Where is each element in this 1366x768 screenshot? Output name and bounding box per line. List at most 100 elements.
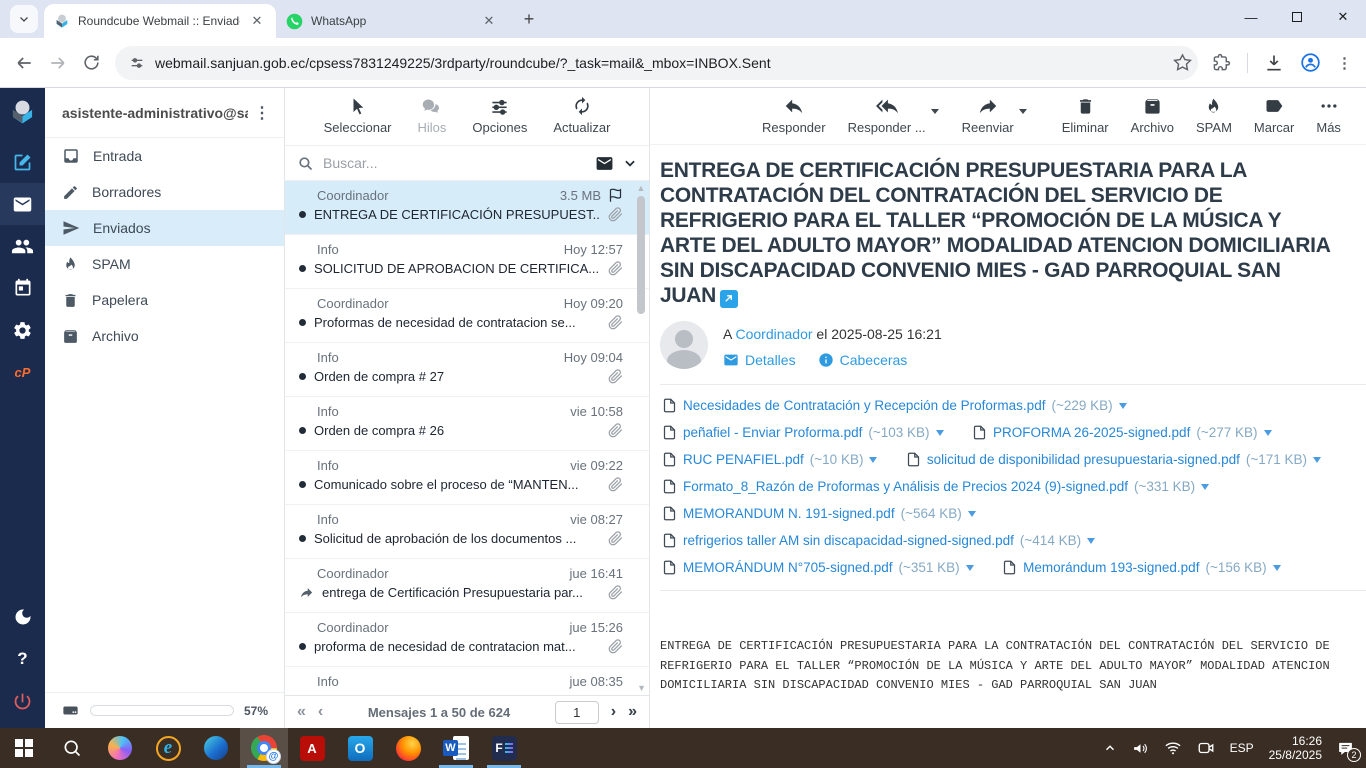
url-text[interactable]: webmail.sanjuan.gob.ec/cpsess7831249225/… [155, 55, 1163, 71]
tab-whatsapp[interactable]: WhatsApp ✕ [276, 4, 508, 38]
attachment-menu-caret-icon[interactable] [966, 565, 974, 575]
attachment[interactable]: Memorándum 193-signed.pdf (~156 KB) [1002, 560, 1281, 575]
attachment-name[interactable]: Necesidades de Contratación y Recepción … [683, 398, 1045, 413]
language-indicator[interactable]: ESP [1230, 741, 1254, 755]
flag-icon[interactable] [608, 188, 623, 203]
refresh-button[interactable]: Actualizar [553, 95, 610, 145]
rail-logout-button[interactable] [0, 680, 45, 722]
attachment-name[interactable]: PROFORMA 26-2025-signed.pdf [993, 425, 1190, 440]
recipient-link[interactable]: Coordinador [735, 326, 812, 342]
attachment-name[interactable]: MEMORANDUM N. 191-signed.pdf [683, 506, 895, 521]
tab-search-button[interactable] [10, 5, 38, 33]
sidebar-item-papelera[interactable]: Papelera [45, 282, 284, 318]
attachment-menu-caret-icon[interactable] [869, 457, 877, 467]
back-icon[interactable] [14, 53, 34, 73]
message-list-item[interactable]: Info vie 10:58 Orden de compra # 26 [285, 397, 649, 451]
message-list-item[interactable]: Coordinador 3.5 MB ENTREGA DE CERTIFICAC… [285, 181, 649, 235]
message-list-item[interactable]: Info jue 08:35 [285, 667, 649, 695]
attachment[interactable]: Necesidades de Contratación y Recepción … [662, 398, 1127, 413]
select-button[interactable]: Seleccionar [324, 95, 392, 145]
delete-button[interactable]: Eliminar [1062, 95, 1109, 144]
attachment-menu-caret-icon[interactable] [968, 511, 976, 521]
taskbar-edge-button[interactable] [192, 728, 240, 768]
rail-calendar-button[interactable] [0, 267, 45, 309]
taskbar-internet-explorer-button[interactable]: e [144, 728, 192, 768]
attachment-name[interactable]: RUC PENAFIEL.pdf [683, 452, 804, 467]
rail-darkmode-button[interactable] [0, 596, 45, 638]
message-list-item[interactable]: Info vie 09:22 Comunicado sobre el proce… [285, 451, 649, 505]
reload-icon[interactable] [82, 53, 101, 72]
message-list-item[interactable]: Info Hoy 12:57 SOLICITUD DE APROBACION D… [285, 235, 649, 289]
mark-button[interactable]: Marcar [1254, 95, 1294, 144]
sidebar-item-spam[interactable]: SPAM [45, 246, 284, 282]
address-bar[interactable]: webmail.sanjuan.gob.ec/cpsess7831249225/… [115, 46, 1198, 80]
rail-compose-button[interactable] [0, 141, 45, 183]
attachment-name[interactable]: refrigerios taller AM sin discapacidad-s… [683, 533, 1014, 548]
rail-contacts-button[interactable] [0, 225, 45, 267]
scroll-down-arrow-icon[interactable]: ▼ [637, 683, 646, 693]
site-info-icon[interactable] [129, 55, 145, 71]
more-button[interactable]: Más [1316, 95, 1341, 144]
prev-page-button[interactable]: ‹ [318, 703, 323, 721]
volume-icon[interactable] [1132, 740, 1149, 757]
tab-close-icon[interactable]: ✕ [248, 12, 266, 30]
taskbar-chrome-button[interactable]: @ [240, 728, 288, 768]
archive-button[interactable]: Archivo [1131, 95, 1174, 144]
tab-close-icon[interactable]: ✕ [480, 12, 498, 30]
sidebar-item-entrada[interactable]: Entrada [45, 138, 284, 174]
spam-button[interactable]: SPAM [1196, 95, 1232, 144]
attachment-name[interactable]: Formato_8_Razón de Proformas y Análisis … [683, 479, 1128, 494]
meet-now-icon[interactable] [1197, 739, 1215, 757]
attachment[interactable]: peñafiel - Enviar Proforma.pdf (~103 KB) [662, 425, 944, 440]
rail-help-button[interactable]: ? [0, 638, 45, 680]
attachment-name[interactable]: MEMORÁNDUM N°705-signed.pdf [683, 560, 892, 575]
list-scrollbar[interactable]: ▲ [636, 183, 646, 314]
taskbar-search-button[interactable] [48, 728, 96, 768]
bookmark-star-icon[interactable] [1173, 53, 1192, 72]
headers-toggle[interactable]: Cabeceras [818, 352, 908, 368]
taskbar-copilot-button[interactable] [96, 728, 144, 768]
new-tab-button[interactable]: + [516, 6, 542, 32]
attachment-menu-caret-icon[interactable] [1201, 484, 1209, 494]
window-maximize-button[interactable] [1274, 10, 1320, 25]
rail-settings-button[interactable] [0, 309, 45, 351]
rail-mail-button[interactable] [0, 183, 45, 225]
sidebar-item-archivo[interactable]: Archivo [45, 318, 284, 354]
reply-all-menu-caret-icon[interactable] [931, 109, 939, 118]
attachment[interactable]: refrigerios taller AM sin discapacidad-s… [662, 533, 1095, 548]
attachment-name[interactable]: peñafiel - Enviar Proforma.pdf [683, 425, 862, 440]
search-options-chevron-icon[interactable] [623, 156, 637, 170]
next-page-button[interactable]: › [611, 703, 616, 721]
forward-button[interactable]: Reenviar [962, 95, 1014, 144]
start-button[interactable] [0, 728, 48, 768]
attachment-name[interactable]: solicitud de disponibilidad presupuestar… [927, 452, 1240, 467]
profile-icon[interactable] [1300, 52, 1321, 73]
window-close-button[interactable]: ✕ [1320, 9, 1366, 25]
reply-button[interactable]: Responder [762, 95, 826, 144]
attachment[interactable]: PROFORMA 26-2025-signed.pdf (~277 KB) [972, 425, 1272, 440]
attachment-menu-caret-icon[interactable] [936, 430, 944, 440]
rail-cpanel-button[interactable]: cP [0, 351, 45, 393]
attachment[interactable]: Formato_8_Razón de Proformas y Análisis … [662, 479, 1209, 494]
forward-icon[interactable] [48, 53, 68, 73]
sidebar-item-borradores[interactable]: Borradores [45, 174, 284, 210]
search-input[interactable] [323, 155, 586, 171]
forward-menu-caret-icon[interactable] [1019, 109, 1027, 118]
browser-menu-icon[interactable]: ⋮ [1337, 54, 1352, 72]
reply-all-button[interactable]: Responder ... [848, 95, 926, 144]
attachment-menu-caret-icon[interactable] [1087, 538, 1095, 548]
taskbar-outlook-button[interactable]: O [336, 728, 384, 768]
attachment-menu-caret-icon[interactable] [1264, 430, 1272, 440]
attachment[interactable]: MEMORÁNDUM N°705-signed.pdf (~351 KB) [662, 560, 974, 575]
message-list-item[interactable]: Info Hoy 09:04 Orden de compra # 27 [285, 343, 649, 397]
tray-expand-chevron-icon[interactable] [1103, 741, 1117, 755]
clock[interactable]: 16:2625/8/2025 [1269, 734, 1322, 762]
attachment[interactable]: MEMORANDUM N. 191-signed.pdf (~564 KB) [662, 506, 976, 521]
details-toggle[interactable]: Detalles [723, 352, 796, 368]
tab-roundcube[interactable]: Roundcube Webmail :: Enviados ✕ [44, 4, 276, 38]
options-button[interactable]: Opciones [472, 95, 527, 145]
wifi-icon[interactable] [1164, 739, 1182, 757]
attachment-menu-caret-icon[interactable] [1119, 403, 1127, 413]
taskbar-word-button[interactable]: W [432, 728, 480, 768]
threads-button[interactable]: Hilos [418, 95, 447, 145]
